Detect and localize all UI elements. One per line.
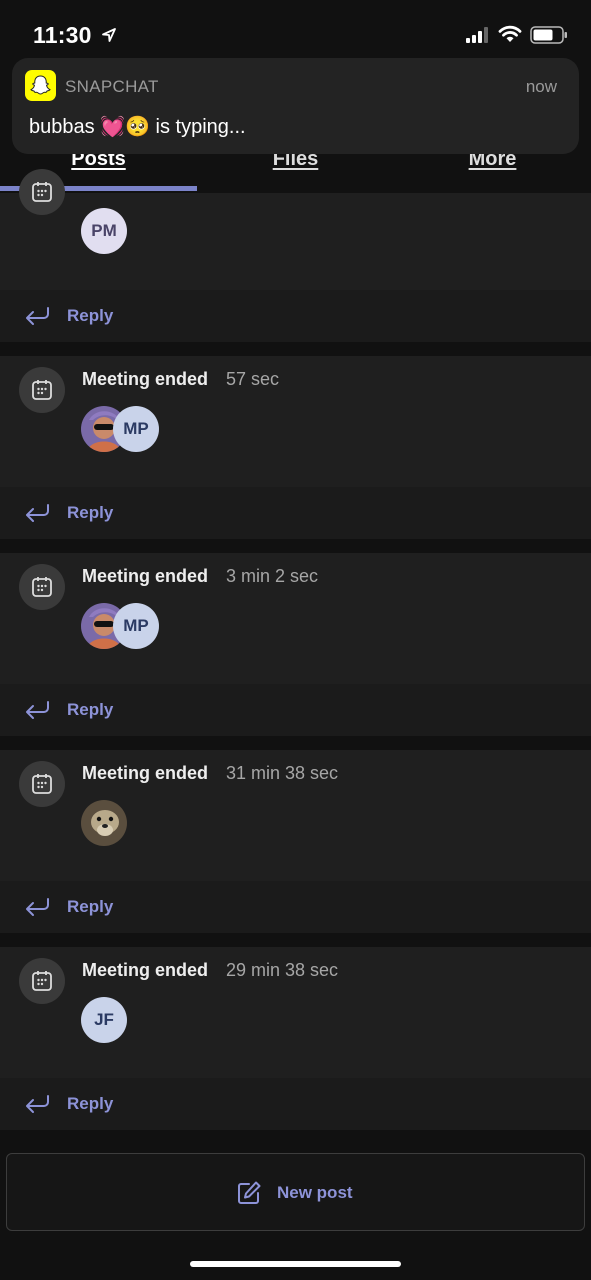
reply-arrow-icon — [26, 898, 49, 916]
status-time: 11:30 — [33, 22, 92, 48]
reply-button[interactable]: Reply — [67, 503, 113, 523]
meeting-calendar-icon — [19, 367, 65, 413]
avatar-photo[interactable] — [81, 800, 127, 846]
reply-row[interactable]: Reply — [0, 290, 591, 342]
reply-row[interactable]: Reply — [0, 684, 591, 736]
wifi-icon — [498, 25, 522, 42]
avatar[interactable]: JF — [81, 997, 127, 1043]
post-card: Meeting ended 29 min 38 sec JF — [0, 947, 591, 1078]
reply-button[interactable]: Reply — [67, 897, 113, 917]
home-indicator[interactable] — [190, 1261, 401, 1267]
reply-button[interactable]: Reply — [67, 1094, 113, 1114]
meeting-calendar-icon — [19, 169, 65, 215]
reply-arrow-icon — [26, 307, 49, 325]
meeting-calendar-icon — [19, 564, 65, 610]
avatar[interactable]: MP — [113, 603, 159, 649]
post-card: Meeting ended 57 sec MP — [0, 356, 591, 487]
meeting-ended-title: Meeting ended — [82, 763, 209, 783]
snapchat-ghost-icon — [25, 70, 56, 101]
compose-icon — [238, 1181, 261, 1204]
new-post-label: New post — [277, 1183, 353, 1202]
notification-time: now — [525, 77, 557, 96]
post-card: PM — [0, 169, 591, 290]
meeting-ended-title: Meeting ended — [82, 566, 209, 586]
avatar[interactable]: PM — [81, 208, 127, 254]
location-arrow-icon — [102, 28, 116, 42]
reply-arrow-icon — [26, 504, 49, 522]
battery-icon — [530, 26, 567, 44]
reply-row[interactable]: Reply — [0, 487, 591, 539]
meeting-calendar-icon — [19, 958, 65, 1004]
meeting-ended-title: Meeting ended — [82, 369, 209, 389]
snapchat-notification[interactable]: SNAPCHAT now bubbas 💓🥺 is typing... — [12, 58, 579, 154]
meeting-duration: 31 min 38 sec — [226, 763, 339, 783]
cellular-signal-icon — [466, 27, 488, 43]
meeting-duration: 3 min 2 sec — [226, 566, 319, 586]
reply-arrow-icon — [26, 1095, 49, 1113]
meeting-calendar-icon — [19, 761, 65, 807]
notification-text: bubbas 💓🥺 is typing... — [29, 116, 246, 138]
meeting-duration: 57 sec — [226, 369, 280, 389]
reply-arrow-icon — [26, 701, 49, 719]
new-post-button[interactable]: New post — [6, 1153, 585, 1231]
post-card: Meeting ended 3 min 2 sec MP — [0, 553, 591, 684]
meeting-ended-title: Meeting ended — [82, 960, 209, 980]
reply-button[interactable]: Reply — [67, 306, 113, 326]
avatar[interactable]: MP — [113, 406, 159, 452]
reply-row[interactable]: Reply — [0, 1078, 591, 1130]
post-card: Meeting ended 31 min 38 sec — [0, 750, 591, 881]
meeting-duration: 29 min 38 sec — [226, 960, 339, 980]
reply-row[interactable]: Reply — [0, 881, 591, 933]
reply-button[interactable]: Reply — [67, 700, 113, 720]
notification-app-name: SNAPCHAT — [65, 77, 159, 96]
